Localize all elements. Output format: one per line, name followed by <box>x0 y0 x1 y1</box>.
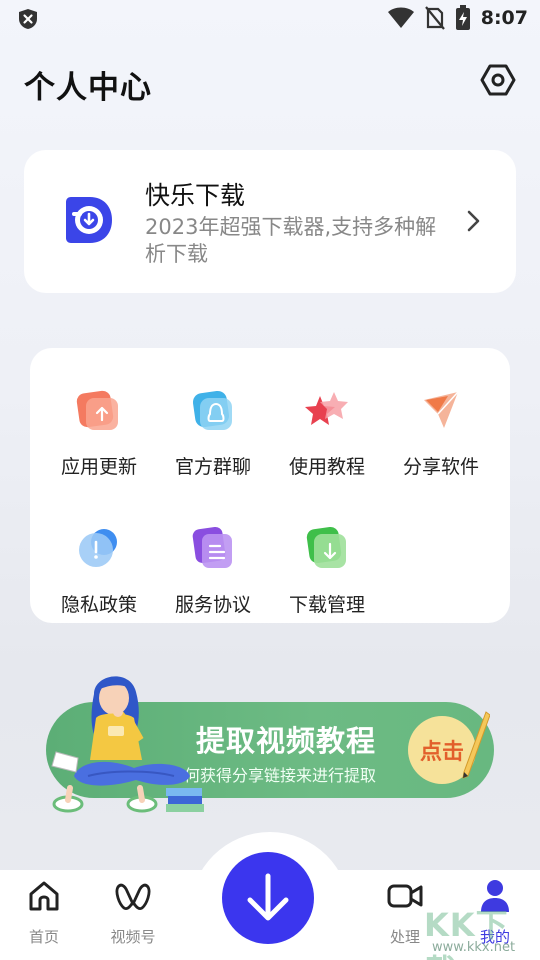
pencil-icon <box>462 711 490 779</box>
app-logo-icon <box>66 197 112 243</box>
grid-item-app-update[interactable]: 应用更新 <box>42 362 156 478</box>
app-name: 快乐下载 <box>145 181 246 210</box>
battery-charging-icon <box>455 5 470 30</box>
download-manage-icon <box>306 526 346 568</box>
app-info-card[interactable]: 快乐下载 2023年超强下载器,支持多种解析下载 <box>24 150 516 293</box>
feature-grid: 应用更新 官方群聊 使用教程 分享软件 隐私政策 服务协议 下载管理 <box>30 348 510 623</box>
grid-item-label: 分享软件 <box>402 456 479 478</box>
grid-item-label: 服务协议 <box>174 594 251 616</box>
tutorial-star-icon <box>305 392 348 425</box>
grid-item-group-chat[interactable]: 官方群聊 <box>156 362 270 478</box>
share-plane-icon <box>424 391 459 428</box>
page-title: 个人中心 <box>24 70 152 106</box>
nav-label: 视频号 <box>110 928 156 946</box>
nav-video-channel[interactable]: 视频号 <box>98 876 168 952</box>
shield-icon <box>19 9 37 29</box>
grid-item-label: 隐私政策 <box>60 594 137 616</box>
settings-button[interactable] <box>478 60 518 100</box>
watermark: KK下载 www.kkx.net <box>424 900 540 960</box>
grid-item-label: 使用教程 <box>288 456 365 478</box>
no-sim-icon <box>424 6 445 30</box>
group-chat-icon <box>192 390 232 430</box>
status-bar: 8:07 <box>0 0 540 36</box>
app-description: 2023年超强下载器,支持多种解析下载 <box>145 215 437 266</box>
arrow-down-icon <box>247 873 289 921</box>
grid-item-label: 官方群聊 <box>174 456 251 478</box>
grid-item-label: 应用更新 <box>60 456 137 478</box>
grid-item-agreement[interactable]: 服务协议 <box>156 500 270 616</box>
privacy-icon <box>79 529 117 567</box>
nav-home[interactable]: 首页 <box>9 876 79 952</box>
status-time: 8:07 <box>480 7 528 29</box>
download-fab-button[interactable] <box>222 852 314 944</box>
chevron-right-icon <box>467 210 480 232</box>
settings-hexagon-icon <box>480 64 516 96</box>
video-channel-icon <box>115 883 151 911</box>
girl-illustration <box>51 676 204 813</box>
nav-label: 首页 <box>28 928 59 946</box>
grid-item-label: 下载管理 <box>288 594 365 616</box>
video-camera-icon <box>387 884 423 908</box>
home-icon <box>29 881 59 911</box>
banner-title: 提取视频教程 <box>196 724 377 758</box>
grid-item-tutorial[interactable]: 使用教程 <box>270 362 384 478</box>
watermark-url: www.kkx.net <box>432 940 516 955</box>
grid-item-share[interactable]: 分享软件 <box>384 362 498 478</box>
grid-item-privacy[interactable]: 隐私政策 <box>42 500 156 616</box>
agreement-icon <box>192 526 232 568</box>
update-icon <box>76 390 118 430</box>
grid-item-download-manage[interactable]: 下载管理 <box>270 500 384 616</box>
wifi-icon <box>387 7 414 28</box>
